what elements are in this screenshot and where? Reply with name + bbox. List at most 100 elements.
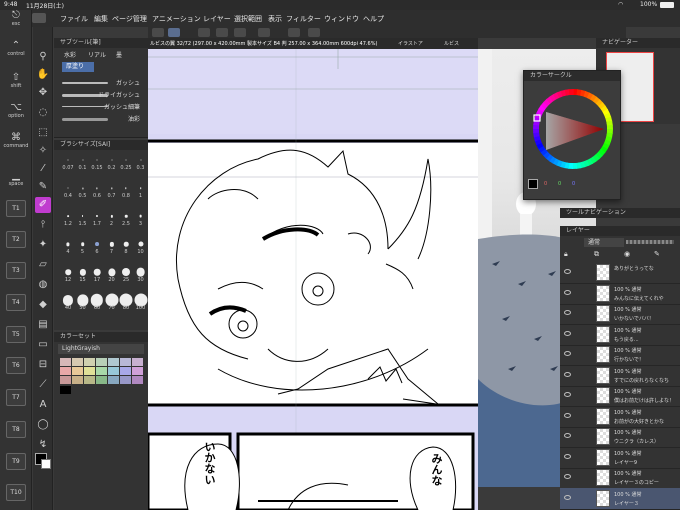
brush-size-option[interactable]: 10	[133, 238, 149, 255]
move-tool-icon[interactable]: ✥	[35, 85, 51, 101]
eye-icon[interactable]	[564, 453, 571, 459]
main-color-chip[interactable]	[528, 179, 538, 189]
transform-icon[interactable]	[288, 28, 300, 37]
option-key[interactable]: ⌥ option	[2, 102, 30, 119]
menu-help[interactable]: ヘルプ	[363, 14, 384, 24]
menu-window[interactable]: ウィンドウ	[324, 14, 359, 24]
eye-icon[interactable]	[564, 412, 571, 418]
t6-key[interactable]: T6	[6, 357, 26, 374]
tab-ink[interactable]: 墨	[116, 50, 122, 59]
text-tool-icon[interactable]: A	[35, 397, 51, 413]
color-swatch[interactable]	[60, 367, 71, 375]
hand-tool-icon[interactable]: ✋	[35, 67, 51, 83]
blend-mode-select[interactable]: 通常	[584, 238, 624, 247]
tab-active-document[interactable]: ルビスの翼 32/72 (297.00 x 420.00mm 製本サイズ B4 …	[150, 40, 377, 47]
eye-icon[interactable]	[564, 269, 571, 274]
layer-lock-icon[interactable]: 🔒︎	[564, 250, 568, 259]
airbrush-icon[interactable]: ⫯	[35, 217, 51, 233]
layer-row[interactable]: 100 % 通常 ウニクラ（カレス）	[560, 426, 680, 448]
layer-row[interactable]: 100 % 通常 もう戻る...	[560, 324, 680, 346]
layer-row[interactable]: 100 % 通常 すでにの戻れらなくなち	[560, 365, 680, 387]
color-swatch[interactable]	[120, 358, 131, 366]
blend-tool-icon[interactable]: ◍	[35, 277, 51, 293]
layer-row[interactable]: 100 % 通常 レイヤー３	[560, 487, 680, 510]
menu-view[interactable]: 表示	[268, 14, 282, 24]
control-key[interactable]: ⌃ control	[2, 40, 30, 57]
eye-icon[interactable]	[564, 289, 571, 295]
pen-tool-icon[interactable]: ✎	[35, 179, 51, 195]
brush-size-option[interactable]: 0.3	[133, 154, 149, 171]
stroke-item[interactable]: ドライガッシュ	[60, 88, 144, 100]
brush-tool-icon[interactable]: ✐	[35, 197, 51, 213]
esc-key[interactable]: ⎋ esc	[2, 10, 30, 27]
tab-document-3[interactable]: ルビス	[444, 40, 459, 47]
color-swatch[interactable]	[84, 376, 95, 384]
menu-filter[interactable]: フィルター	[286, 14, 321, 24]
space-key[interactable]: ▁ space	[2, 170, 30, 187]
color-swatch[interactable]	[84, 367, 95, 375]
brush-size-option[interactable]: 1	[133, 182, 149, 199]
menu-edit[interactable]: 編集	[94, 14, 108, 24]
color-swatch[interactable]	[84, 358, 95, 366]
brush-size-option[interactable]: 30	[133, 266, 149, 283]
balloon-icon[interactable]: ◯	[35, 417, 51, 433]
decoration-icon[interactable]: ✦	[35, 237, 51, 253]
drawing-canvas[interactable]: いかない みんな	[148, 49, 478, 510]
color-wheel[interactable]	[524, 82, 622, 176]
new-icon[interactable]	[152, 28, 164, 37]
menu-animation[interactable]: アニメーション	[152, 14, 201, 24]
color-swatch[interactable]	[132, 358, 143, 366]
t5-key[interactable]: T5	[6, 326, 26, 343]
brush-size-option[interactable]: 100	[133, 293, 149, 311]
layer-row[interactable]: 100 % 通常 行かないで！	[560, 344, 680, 366]
color-swatch[interactable]	[120, 376, 131, 384]
eyedropper-icon[interactable]: ⁄	[35, 161, 51, 177]
magic-wand-icon[interactable]: ✧	[35, 143, 51, 159]
lasso-tool-icon[interactable]: ◌	[35, 105, 51, 121]
menu-icon[interactable]	[168, 28, 180, 37]
layer-row[interactable]: ありがとうってな	[560, 262, 680, 284]
eye-icon[interactable]	[564, 474, 571, 479]
zoom-tool-icon[interactable]: ⚲	[35, 49, 51, 65]
color-swatch[interactable]	[72, 367, 83, 375]
color-swatch[interactable]	[108, 376, 119, 384]
color-swatch[interactable]	[96, 376, 107, 384]
t4-key[interactable]: T4	[6, 294, 26, 311]
tab-watercolor[interactable]: 水彩	[64, 50, 76, 59]
menu-selection[interactable]: 選択範囲	[234, 14, 262, 24]
color-set-select[interactable]: LightGrayish	[58, 344, 144, 354]
correct-line-icon[interactable]: ↯	[35, 437, 51, 453]
figure-icon[interactable]: ▭	[35, 337, 51, 353]
t2-key[interactable]: T2	[6, 231, 26, 248]
layer-clip-icon[interactable]: ⧉	[594, 250, 599, 259]
t8-key[interactable]: T8	[6, 421, 26, 438]
command-key[interactable]: ⌘ command	[2, 132, 30, 149]
color-swatch[interactable]	[132, 367, 143, 375]
menu-file[interactable]: ファイル	[60, 14, 88, 24]
layer-row[interactable]: 100 % 通常 いかないでババ！	[560, 303, 680, 325]
stroke-item[interactable]: ガッシュ	[60, 76, 144, 88]
stroke-item[interactable]: 油彩	[60, 112, 144, 124]
save-icon[interactable]	[198, 28, 210, 37]
deselect-icon[interactable]	[308, 28, 320, 37]
layer-row[interactable]: 100 % 通常 レイヤー３のコピー	[560, 467, 680, 489]
tab-document-2[interactable]: イラストア	[398, 40, 423, 47]
sub-color-swatch[interactable]	[41, 459, 51, 469]
stroke-item[interactable]: ガッシュ細筆	[60, 100, 144, 112]
color-swatch[interactable]	[72, 376, 83, 384]
t10-key[interactable]: T10	[6, 484, 26, 501]
layer-ref-icon[interactable]: ◉	[624, 250, 630, 258]
layer-row[interactable]: 100 % 通常 みんなに伝えてくれや	[560, 283, 680, 305]
eraser-icon[interactable]: ▱	[35, 257, 51, 273]
eye-icon[interactable]	[564, 494, 571, 500]
brush-size-option[interactable]: 3	[133, 210, 149, 227]
layer-row[interactable]: 100 % 通常 僕はお前だけは許しよな！	[560, 385, 680, 407]
color-swatch[interactable]	[60, 376, 71, 384]
layer-draft-icon[interactable]: ✎	[654, 250, 660, 258]
layer-row[interactable]: 100 % 通常 レイヤー9	[560, 447, 680, 469]
eye-icon[interactable]	[564, 351, 571, 356]
t7-key[interactable]: T7	[6, 389, 26, 406]
undo-icon[interactable]	[216, 28, 228, 37]
frame-icon[interactable]: ⊟	[35, 357, 51, 373]
eye-icon[interactable]	[564, 371, 571, 377]
